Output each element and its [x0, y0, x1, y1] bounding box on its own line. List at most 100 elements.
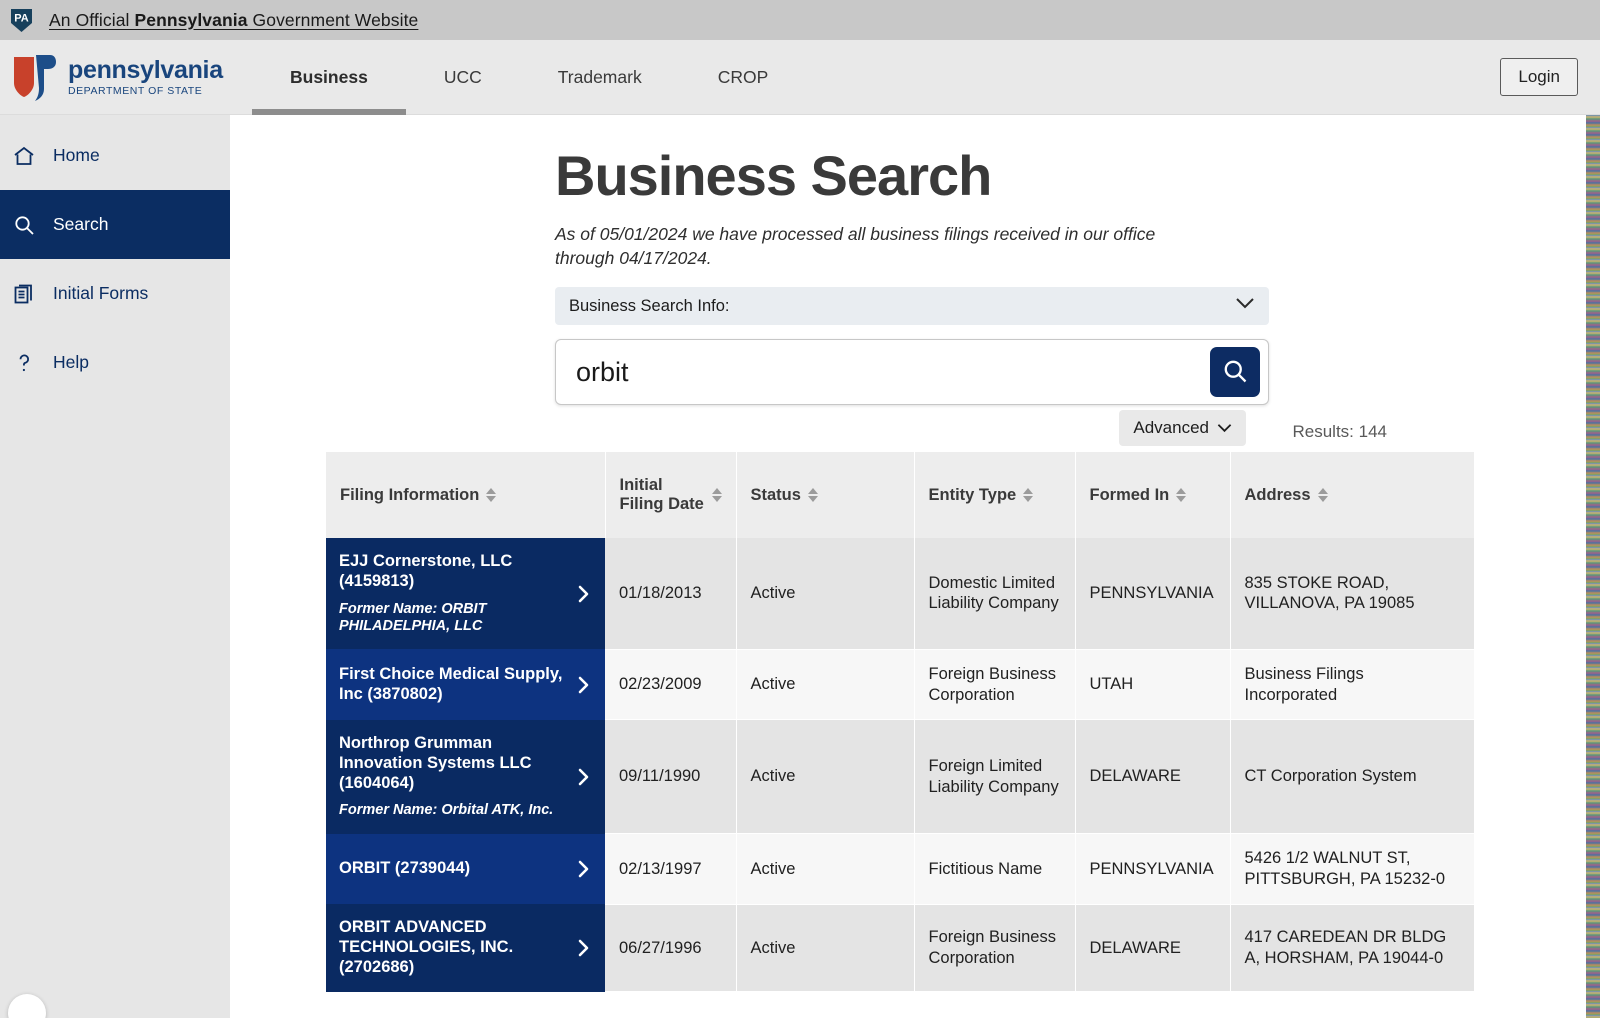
cell-address: CT Corporation System [1230, 719, 1474, 835]
chevron-down-icon [1235, 297, 1255, 315]
sidebar-item-initial-forms[interactable]: Initial Forms [0, 259, 230, 328]
sidebar-item-help[interactable]: Help [0, 328, 230, 397]
business-name: ORBIT ADVANCED TECHNOLOGIES, INC. (27026… [339, 918, 514, 976]
former-name: Former Name: Orbital ATK, Inc. [339, 802, 554, 819]
business-name: First Choice Medical Supply, Inc (387080… [339, 664, 563, 703]
cell-formed-in: PENNSYLVANIA [1075, 833, 1231, 905]
sort-icon[interactable] [1023, 488, 1034, 502]
accessibility-widget-button[interactable] [8, 994, 46, 1018]
search-box [555, 339, 1269, 405]
gov-banner-prefix: An Official [49, 9, 135, 30]
cell-entity-type: Foreign Business Corporation [914, 904, 1076, 993]
site-header: pennsylvania DEPARTMENT OF STATE Busines… [0, 40, 1600, 115]
col-label-entity-type: Entity Type [928, 485, 1017, 504]
processing-notice: As of 05/01/2024 we have processed all b… [555, 224, 1156, 268]
content-column: Business Search As of 05/01/2024 we have… [341, 115, 1489, 446]
cell-status: Active [736, 904, 915, 993]
cell-filing-information[interactable]: Northrop Grumman Innovation Systems LLC … [326, 719, 605, 834]
chevron-right-icon[interactable] [575, 585, 593, 603]
col-header-initial-filing-date[interactable]: Initial Filing Date [605, 452, 737, 538]
sidebar-item-label-search: Search [53, 214, 109, 234]
viewport-right-gutter [1568, 115, 1586, 1018]
business-name: Northrop Grumman Innovation Systems LLC … [339, 733, 532, 792]
search-input[interactable] [576, 356, 1210, 388]
results-count: Results: 144 [1292, 422, 1388, 441]
table-row[interactable]: ORBIT ADVANCED TECHNOLOGIES, INC. (27026… [326, 904, 1474, 993]
sort-icon[interactable] [486, 488, 497, 502]
table-row[interactable]: EJJ Cornerstone, LLC (4159813) Former Nam… [326, 538, 1474, 650]
cell-address: 417 CAREDEAN DR BLDG A, HORSHAM, PA 1904… [1230, 904, 1474, 993]
results-table-wrap: Filing Information Initial Filing Date S… [326, 452, 1474, 993]
col-header-entity-type[interactable]: Entity Type [914, 452, 1076, 538]
table-head: Filing Information Initial Filing Date S… [326, 452, 1474, 538]
pa-keystone-icon: PA [7, 6, 36, 35]
advanced-toggle-button[interactable]: Advanced [1119, 410, 1246, 446]
cell-status: Active [736, 538, 915, 650]
sort-icon[interactable] [1317, 488, 1328, 502]
official-gov-banner: PA An Official Pennsylvania Government W… [0, 0, 1600, 40]
sort-icon[interactable] [711, 488, 722, 502]
search-icon [11, 212, 37, 238]
col-header-filing-information[interactable]: Filing Information [326, 452, 606, 538]
cell-filing-information[interactable]: EJJ Cornerstone, LLC (4159813) Former Nam… [326, 538, 605, 650]
advanced-label: Advanced [1133, 418, 1209, 437]
sidebar-item-label-initial-forms: Initial Forms [53, 283, 149, 303]
sidebar-item-label-help: Help [53, 352, 89, 372]
cell-entity-type: Foreign Business Corporation [914, 649, 1076, 721]
sidebar-item-search[interactable]: Search [0, 190, 230, 259]
business-name: EJJ Cornerstone, LLC (4159813) [339, 552, 513, 590]
former-name: Former Name: ORBIT PHILADELPHIA, LLC [339, 600, 487, 634]
business-name: ORBIT (2739044) [339, 859, 471, 878]
cell-entity-type: Fictitious Name [914, 833, 1076, 905]
business-search-info-accordion[interactable]: Business Search Info: [555, 287, 1269, 325]
tab-ucc[interactable]: UCC [406, 40, 520, 115]
cell-entity-type: Foreign Limited Liability Company [914, 719, 1076, 835]
logo-subtitle: DEPARTMENT OF STATE [68, 84, 203, 97]
col-header-status[interactable]: Status [736, 452, 915, 538]
tab-trademark[interactable]: Trademark [520, 40, 680, 115]
pennsylvania-dos-logo[interactable]: pennsylvania DEPARTMENT OF STATE [0, 53, 230, 101]
table-row[interactable]: ORBIT (2739044) 02/13/1997 Active Fictitiou… [326, 833, 1474, 905]
col-label-initial-filing-date: Initial Filing Date [619, 476, 704, 513]
primary-nav-tabs: Business UCC Trademark CROP [252, 40, 806, 115]
tab-business[interactable]: Business [252, 40, 406, 115]
chevron-right-icon[interactable] [575, 768, 593, 786]
col-header-address[interactable]: Address [1230, 452, 1474, 538]
table-body: EJJ Cornerstone, LLC (4159813) Former Nam… [326, 538, 1474, 993]
gov-banner-bold: Pennsylvania [134, 9, 248, 30]
cell-filing-information[interactable]: ORBIT (2739044) [326, 833, 605, 905]
cell-address: Business Filings Incorporated [1230, 649, 1474, 721]
col-label-address: Address [1244, 485, 1311, 504]
chevron-right-icon[interactable] [575, 939, 593, 957]
logo-title: pennsylvania [68, 55, 223, 84]
magnifier-icon [1221, 357, 1249, 388]
cell-initial-filing-date: 02/13/1997 [605, 833, 737, 905]
cell-formed-in: UTAH [1075, 649, 1231, 721]
search-submit-button[interactable] [1210, 347, 1260, 397]
gov-banner-text[interactable]: An Official Pennsylvania Government Webs… [49, 10, 418, 31]
cell-filing-information[interactable]: ORBIT ADVANCED TECHNOLOGIES, INC. (27026… [326, 904, 605, 992]
cell-status: Active [736, 649, 915, 721]
cell-initial-filing-date: 06/27/1996 [605, 904, 737, 993]
cell-formed-in: DELAWARE [1075, 719, 1231, 835]
cell-formed-in: DELAWARE [1075, 904, 1231, 993]
sidebar-item-label-home: Home [53, 145, 100, 165]
gov-banner-suffix: Government Website [247, 9, 419, 30]
col-label-formed-in: Formed In [1089, 485, 1170, 504]
chevron-right-icon[interactable] [575, 860, 593, 878]
cell-filing-information[interactable]: First Choice Medical Supply, Inc (387080… [326, 649, 605, 720]
chevron-right-icon[interactable] [575, 676, 593, 694]
search-row: Advanced [555, 339, 1269, 446]
accordion-label: Business Search Info: [569, 296, 730, 315]
sidebar-item-home[interactable]: Home [0, 121, 230, 190]
cell-entity-type: Domestic Limited Liability Company [914, 538, 1076, 650]
sort-icon[interactable] [1176, 488, 1187, 502]
chevron-down-icon [1217, 418, 1232, 438]
table-row[interactable]: First Choice Medical Supply, Inc (387080… [326, 649, 1474, 721]
col-header-formed-in[interactable]: Formed In [1075, 452, 1231, 538]
tab-crop[interactable]: CROP [680, 40, 807, 115]
login-button[interactable]: Login [1500, 58, 1578, 96]
table-row[interactable]: Northrop Grumman Innovation Systems LLC … [326, 719, 1474, 835]
sort-icon[interactable] [807, 488, 818, 502]
sidebar-nav: Home Search Initial Forms Help [0, 115, 230, 1018]
